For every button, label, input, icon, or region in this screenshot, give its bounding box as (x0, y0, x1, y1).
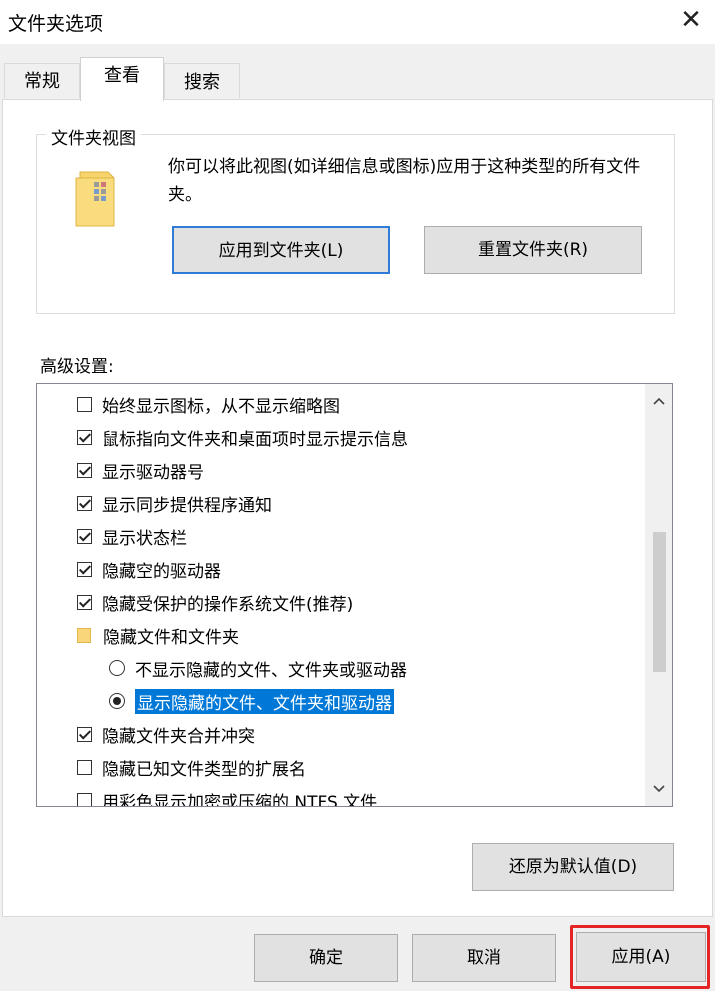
list-item-label: 隐藏文件和文件夹 (103, 627, 239, 648)
restore-defaults-button[interactable]: 还原为默认值(D) (472, 843, 674, 891)
list-item-label: 隐藏空的驱动器 (102, 561, 221, 582)
reset-folders-button[interactable]: 重置文件夹(R) (424, 226, 642, 274)
checkbox[interactable] (77, 759, 92, 775)
list-item[interactable]: 显示状态栏 (77, 520, 187, 552)
folder-views-description: 你可以将此视图(如详细信息或图标)应用于这种类型的所有文件夹。 (168, 157, 641, 205)
list-item[interactable]: 隐藏文件夹合并冲突 (77, 718, 255, 750)
apply-to-folders-button[interactable]: 应用到文件夹(L) (172, 226, 390, 274)
cancel-button[interactable]: 取消 (412, 934, 556, 982)
checkbox[interactable] (77, 528, 92, 544)
tab-view[interactable]: 查看 (80, 57, 164, 101)
folder-views-legend: 文件夹视图 (46, 124, 141, 149)
list-item[interactable]: 用彩色显示加密或压缩的 NTFS 文件 (77, 784, 378, 807)
list-item-label: 隐藏受保护的操作系统文件(推荐) (102, 594, 354, 615)
scrollbar-thumb[interactable] (653, 532, 666, 672)
list-item-label: 显示驱动器号 (102, 462, 204, 483)
checkbox[interactable] (77, 594, 92, 610)
checkbox[interactable] (77, 495, 92, 511)
list-item-label: 显示状态栏 (102, 528, 187, 549)
window-title: 文件夹选项 (8, 13, 104, 35)
checkbox[interactable] (77, 561, 92, 577)
vertical-scrollbar[interactable] (645, 384, 672, 806)
checkbox[interactable] (77, 462, 92, 478)
checkbox[interactable] (77, 792, 92, 806)
radio-button[interactable] (109, 693, 125, 709)
list-item-label: 用彩色显示加密或压缩的 NTFS 文件 (102, 792, 378, 807)
list-item[interactable]: 隐藏已知文件类型的扩展名 (77, 751, 306, 783)
ok-button[interactable]: 确定 (254, 934, 398, 982)
title-bar: 文件夹选项 ✕ (0, 0, 715, 44)
folder-icon (77, 627, 91, 643)
list-item-label: 显示隐藏的文件、文件夹和驱动器 (135, 688, 394, 714)
list-item-label: 隐藏已知文件类型的扩展名 (102, 759, 306, 780)
close-icon[interactable]: ✕ (673, 3, 709, 37)
list-item-label: 隐藏文件夹合并冲突 (102, 726, 255, 747)
list-item[interactable]: 显示驱动器号 (77, 454, 204, 486)
checkbox[interactable] (77, 396, 92, 412)
list-item-label: 显示同步提供程序通知 (102, 495, 272, 516)
radio-button[interactable] (109, 660, 125, 676)
list-item[interactable]: 隐藏空的驱动器 (77, 553, 221, 585)
checkbox[interactable] (77, 429, 92, 445)
list-item[interactable]: 鼠标指向文件夹和桌面项时显示提示信息 (77, 421, 408, 453)
list-item[interactable]: 显示隐藏的文件、文件夹和驱动器 (109, 685, 394, 717)
tab-search[interactable]: 搜索 (164, 63, 240, 98)
list-item-label: 鼠标指向文件夹和桌面项时显示提示信息 (102, 429, 408, 450)
list-item[interactable]: 不显示隐藏的文件、文件夹或驱动器 (109, 652, 407, 684)
folder-view-icon (75, 171, 115, 227)
tab-general[interactable]: 常规 (4, 63, 80, 98)
advanced-settings-list[interactable]: 始终显示图标，从不显示缩略图 鼠标指向文件夹和桌面项时显示提示信息 显示驱动器号… (36, 383, 673, 807)
list-item[interactable]: 显示同步提供程序通知 (77, 487, 272, 519)
advanced-settings-label: 高级设置: (40, 357, 114, 377)
list-item[interactable]: 始终显示图标，从不显示缩略图 (77, 388, 340, 420)
chevron-up-icon[interactable] (645, 388, 672, 414)
checkbox[interactable] (77, 726, 92, 742)
annotation-highlight-box (570, 925, 710, 989)
list-item: 隐藏文件和文件夹 (77, 619, 239, 651)
chevron-down-icon[interactable] (645, 776, 672, 802)
list-item-label: 不显示隐藏的文件、文件夹或驱动器 (135, 660, 407, 681)
list-item[interactable]: 隐藏受保护的操作系统文件(推荐) (77, 586, 353, 618)
list-item-label: 始终显示图标，从不显示缩略图 (102, 396, 340, 417)
